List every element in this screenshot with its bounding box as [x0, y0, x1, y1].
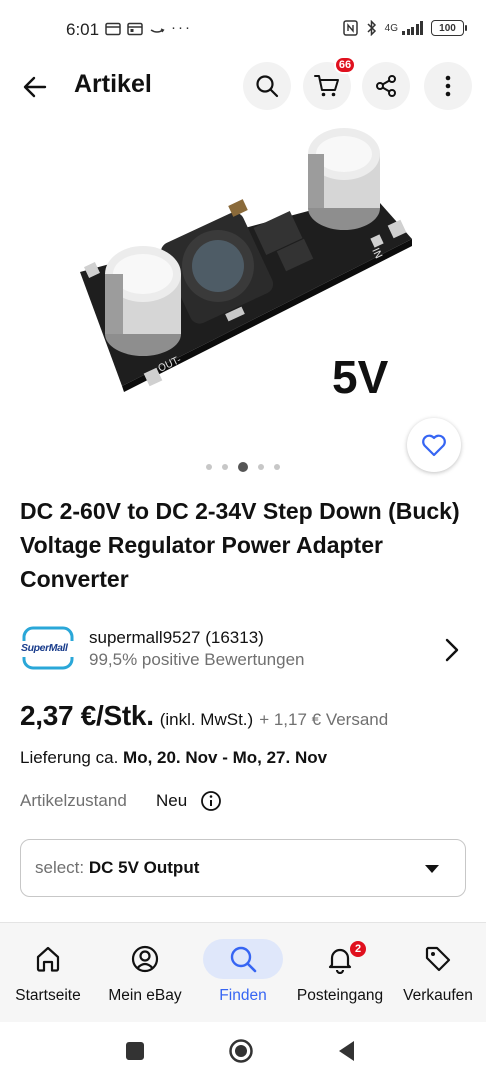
chevron-right-icon[interactable] [440, 636, 464, 664]
nav-label: Startseite [15, 987, 81, 1004]
inbox-badge: 2 [348, 939, 368, 959]
pagination-dot[interactable] [238, 462, 248, 472]
pagination-dot[interactable] [258, 464, 264, 470]
nav-verkaufen[interactable]: Verkaufen [396, 923, 480, 1023]
seller-rating: 99,5% positive Bewertungen [89, 650, 305, 669]
delivery-dates: Mo, 20. Nov - Mo, 27. Nov [123, 748, 328, 767]
back-triangle-icon[interactable] [336, 1039, 358, 1063]
page-title: Artikel [74, 70, 152, 98]
more-vertical-icon [445, 75, 451, 97]
product-title: DC 2-60V to DC 2-34V Step Down (Buck) Vo… [20, 498, 460, 592]
network-type: 4G [384, 22, 398, 34]
image-voltage-label: 5V [332, 351, 389, 403]
more-notifications-icon: ··· [171, 19, 192, 36]
tag-icon [425, 946, 451, 972]
nav-startseite[interactable]: Startseite [8, 923, 88, 1023]
search-icon [256, 75, 279, 98]
bluetooth-icon [367, 20, 376, 36]
heart-icon [422, 434, 446, 457]
system-navigation-bar [0, 1022, 486, 1080]
nav-posteingang[interactable]: 2 Posteingang [290, 923, 390, 1023]
pagination-dot[interactable] [274, 464, 280, 470]
search-icon [230, 946, 257, 973]
seller-logo[interactable]: SuperMall [20, 626, 76, 672]
pagination-dot[interactable] [222, 464, 228, 470]
recents-icon[interactable] [124, 1040, 146, 1062]
shipping-cost: + 1,17 € Versand [259, 710, 389, 729]
nav-label: Finden [219, 987, 267, 1004]
cart-badge: 66 [334, 56, 356, 74]
nav-label: Verkaufen [403, 987, 473, 1004]
product-image[interactable]: OUT- IN 5V [0, 124, 486, 454]
vat-note: (inkl. MwSt.) [159, 710, 254, 729]
user-icon [131, 945, 159, 973]
battery-level: 100 [439, 22, 456, 34]
status-right: 4G 100 [342, 20, 467, 36]
cart-icon [314, 75, 339, 97]
calendar-icon [127, 22, 143, 36]
variation-select-label: select: DC 5V Output [35, 858, 199, 878]
pagination-dot[interactable] [206, 464, 212, 470]
status-time: 6:01 [66, 20, 100, 39]
image-pagination[interactable] [0, 462, 486, 472]
share-icon [376, 75, 396, 97]
nav-mein-ebay[interactable]: Mein eBay [105, 923, 185, 1023]
share-button[interactable] [362, 62, 410, 110]
calendar-icon [105, 22, 121, 36]
seller-logo-text: SuperMall [21, 642, 68, 654]
nav-finden[interactable]: Finden [203, 923, 283, 1023]
price-row: 2,37 €/Stk. (inkl. MwSt.) + 1,17 € Versa… [20, 700, 388, 732]
caret-down-icon [425, 865, 439, 873]
seller-name[interactable]: supermall9527 (16313) [89, 628, 264, 648]
price: 2,37 €/Stk. [20, 700, 154, 731]
delivery-prefix: Lieferung ca. [20, 748, 119, 767]
battery-icon: 100 [431, 20, 467, 36]
home-icon [36, 946, 60, 972]
status-bar: 6:01 ··· 4G 100 [0, 0, 486, 58]
search-button[interactable] [243, 62, 291, 110]
more-options-button[interactable] [424, 62, 472, 110]
variation-label: select: [35, 858, 85, 877]
variation-value: DC 5V Output [88, 858, 200, 877]
variation-select[interactable]: select: DC 5V Output [20, 839, 466, 897]
bottom-navigation: Startseite Mein eBay Finden 2 Posteingan… [0, 922, 486, 1022]
nfc-icon [342, 20, 358, 36]
delivery-estimate: Lieferung ca. Mo, 20. Nov - Mo, 27. Nov [20, 748, 327, 768]
condition-value: Neu [156, 791, 188, 810]
back-arrow-icon[interactable] [20, 72, 50, 102]
info-icon[interactable] [200, 790, 222, 812]
home-circle-icon[interactable] [228, 1038, 254, 1064]
nav-label: Mein eBay [108, 987, 182, 1004]
notification-icons: ··· [105, 19, 192, 36]
condition-label: Artikelzustand [20, 791, 127, 810]
signal-icon [402, 21, 423, 35]
amazon-icon [150, 28, 165, 33]
buck-converter-board-image: OUT- IN [80, 128, 412, 392]
nav-label: Posteingang [296, 987, 384, 1004]
app-header: Artikel 66 [0, 56, 486, 114]
